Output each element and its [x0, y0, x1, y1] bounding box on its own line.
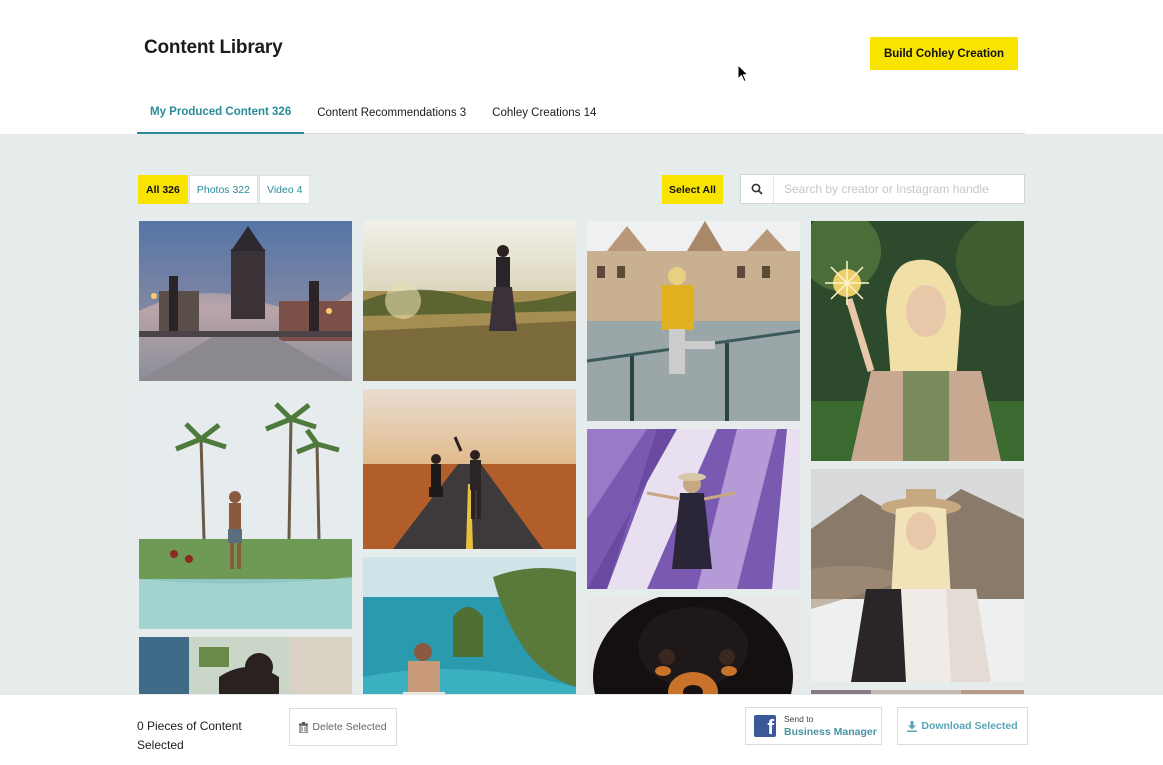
partial-photo-icon	[139, 637, 352, 694]
page-title: Content Library	[144, 37, 283, 58]
media-filter-group: All 326 Photos 322 Video 4	[138, 175, 311, 204]
couple-on-road-photo-icon	[363, 389, 576, 549]
search-input[interactable]	[774, 175, 1024, 203]
fb-send-to-label: Send to	[784, 714, 814, 724]
content-tile[interactable]	[363, 557, 576, 694]
facebook-icon: f	[754, 715, 776, 737]
content-tile[interactable]	[139, 637, 352, 694]
page-header: Content Library Build Cohley Creation My…	[0, 0, 1163, 134]
fb-business-manager-label: Business Manager	[784, 726, 877, 738]
fb-button-text: Send to Business Manager	[784, 714, 877, 738]
filter-photos[interactable]: Photos 322	[188, 175, 258, 204]
selection-count: 0 Pieces of Content Selected	[137, 719, 242, 752]
content-tile[interactable]	[587, 221, 800, 421]
content-tile[interactable]	[811, 469, 1024, 682]
woman-hat-mountains-photo-icon	[811, 469, 1024, 682]
tab-cohley-creations[interactable]: Cohley Creations 14	[479, 96, 609, 134]
delete-selected-label: Delete Selected	[312, 721, 387, 733]
selection-footer: 0 Pieces of Content Selected Delete Sele…	[0, 694, 1163, 765]
content-tabs: My Produced Content 326 Content Recommen…	[137, 96, 1025, 134]
download-selected-label: Download Selected	[921, 720, 1018, 732]
filter-video[interactable]: Video 4	[259, 175, 311, 204]
content-tile[interactable]	[811, 221, 1024, 461]
lavender-field-photo-icon	[587, 429, 800, 589]
download-icon	[907, 720, 918, 732]
woman-sparkler-photo-icon	[811, 221, 1024, 461]
content-tile[interactable]	[139, 221, 352, 381]
dog-closeup-photo-icon	[587, 597, 800, 694]
mouse-cursor-icon	[737, 64, 750, 83]
content-tile[interactable]	[587, 429, 800, 589]
content-tile[interactable]	[363, 221, 576, 381]
search-icon	[741, 175, 774, 203]
tab-my-produced-content[interactable]: My Produced Content 326	[137, 96, 305, 134]
woman-on-railing-photo-icon	[587, 221, 800, 421]
content-tile[interactable]	[139, 389, 352, 629]
man-palm-trees-photo-icon	[139, 389, 352, 629]
content-tile[interactable]	[587, 597, 800, 694]
build-cohley-creation-button[interactable]: Build Cohley Creation	[870, 37, 1018, 70]
content-tile[interactable]	[363, 389, 576, 549]
castle-bridge-photo-icon	[139, 221, 352, 381]
search-box	[740, 174, 1025, 204]
coastal-cliffs-photo-icon	[363, 557, 576, 694]
tab-content-recommendations[interactable]: Content Recommendations 3	[304, 96, 479, 134]
select-all-button[interactable]: Select All	[662, 175, 723, 204]
delete-selected-button[interactable]: Delete Selected	[289, 708, 397, 746]
woman-in-field-photo-icon	[363, 221, 576, 381]
filter-all[interactable]: All 326	[138, 175, 188, 204]
send-to-business-manager-button[interactable]: f Send to Business Manager	[745, 707, 882, 745]
trash-icon	[299, 721, 309, 733]
download-selected-button[interactable]: Download Selected	[897, 707, 1028, 745]
content-area: All 326 Photos 322 Video 4 Select All	[0, 134, 1163, 694]
